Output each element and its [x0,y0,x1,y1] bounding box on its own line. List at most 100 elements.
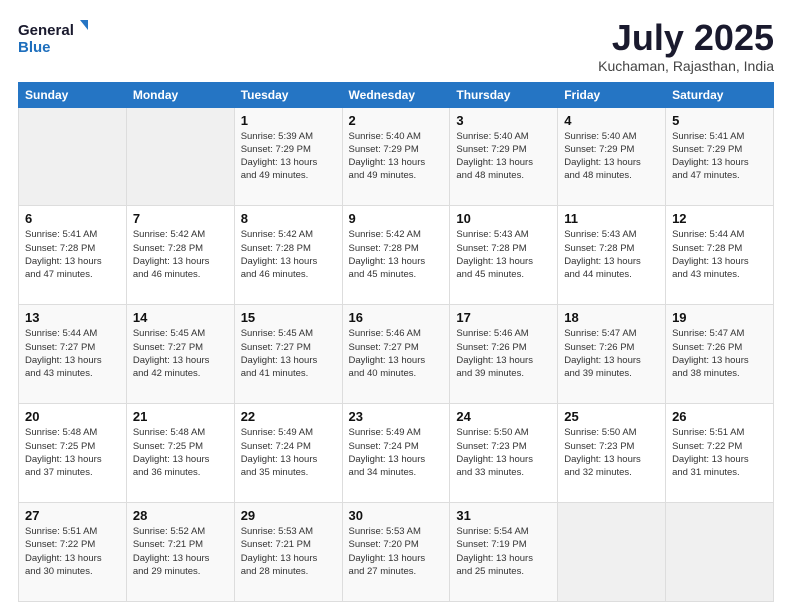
svg-text:General: General [18,22,74,39]
day-info: Sunrise: 5:40 AM Sunset: 7:29 PM Dayligh… [349,130,444,183]
day-info: Sunrise: 5:51 AM Sunset: 7:22 PM Dayligh… [25,525,120,578]
day-number: 12 [672,211,767,226]
calendar-body: 1 Sunrise: 5:39 AM Sunset: 7:29 PM Daylig… [19,107,774,601]
day-info: Sunrise: 5:49 AM Sunset: 7:24 PM Dayligh… [349,426,444,479]
day-number: 7 [133,211,228,226]
calendar-cell: 21 Sunrise: 5:48 AM Sunset: 7:25 PM Dayli… [126,404,234,503]
day-info: Sunrise: 5:49 AM Sunset: 7:24 PM Dayligh… [241,426,336,479]
day-number: 24 [456,409,551,424]
header-wednesday: Wednesday [342,82,450,107]
calendar-cell: 15Sunrise: 5:45 AM Sunset: 7:27 PM Dayli… [234,305,342,404]
day-info: Sunrise: 5:42 AM Sunset: 7:28 PM Dayligh… [349,228,444,281]
day-info: Sunrise: 5:48 AM Sunset: 7:25 PM Dayligh… [133,426,228,479]
day-info: Sunrise: 5:46 AM Sunset: 7:27 PM Dayligh… [349,327,444,380]
calendar-cell [558,503,666,602]
day-number: 11 [564,211,659,226]
calendar-cell: 26 Sunrise: 5:51 AM Sunset: 7:22 PM Dayli… [666,404,774,503]
day-info: Sunrise: 5:43 AM Sunset: 7:28 PM Dayligh… [456,228,551,281]
day-number: 2 [349,113,444,128]
calendar-cell: 14Sunrise: 5:45 AM Sunset: 7:27 PM Dayli… [126,305,234,404]
calendar-cell: 23 Sunrise: 5:49 AM Sunset: 7:24 PM Dayli… [342,404,450,503]
day-number: 4 [564,113,659,128]
calendar-header-row: SundayMondayTuesdayWednesdayThursdayFrid… [19,82,774,107]
day-number: 16 [349,310,444,325]
week-row-2: 6Sunrise: 5:41 AM Sunset: 7:28 PM Daylig… [19,206,774,305]
day-info: Sunrise: 5:54 AM Sunset: 7:19 PM Dayligh… [456,525,551,578]
header-saturday: Saturday [666,82,774,107]
day-number: 18 [564,310,659,325]
calendar-cell: 27 Sunrise: 5:51 AM Sunset: 7:22 PM Dayli… [19,503,127,602]
title-section: July 2025 Kuchaman, Rajasthan, India [598,18,774,74]
day-number: 14 [133,310,228,325]
calendar-cell: 30 Sunrise: 5:53 AM Sunset: 7:20 PM Dayli… [342,503,450,602]
day-number: 9 [349,211,444,226]
header-friday: Friday [558,82,666,107]
calendar-cell: 1 Sunrise: 5:39 AM Sunset: 7:29 PM Daylig… [234,107,342,206]
day-number: 31 [456,508,551,523]
day-number: 23 [349,409,444,424]
calendar-cell: 25Sunrise: 5:50 AM Sunset: 7:23 PM Dayli… [558,404,666,503]
day-info: Sunrise: 5:51 AM Sunset: 7:22 PM Dayligh… [672,426,767,479]
calendar-cell: 19 Sunrise: 5:47 AM Sunset: 7:26 PM Dayli… [666,305,774,404]
day-number: 15 [241,310,336,325]
day-number: 29 [241,508,336,523]
day-number: 26 [672,409,767,424]
calendar-cell: 2 Sunrise: 5:40 AM Sunset: 7:29 PM Daylig… [342,107,450,206]
calendar-cell: 22Sunrise: 5:49 AM Sunset: 7:24 PM Dayli… [234,404,342,503]
day-info: Sunrise: 5:46 AM Sunset: 7:26 PM Dayligh… [456,327,551,380]
calendar-cell: 8Sunrise: 5:42 AM Sunset: 7:28 PM Daylig… [234,206,342,305]
calendar-cell: 12 Sunrise: 5:44 AM Sunset: 7:28 PM Dayli… [666,206,774,305]
logo-svg: General Blue [18,18,88,56]
header-thursday: Thursday [450,82,558,107]
day-info: Sunrise: 5:39 AM Sunset: 7:29 PM Dayligh… [241,130,336,183]
calendar-cell: 9 Sunrise: 5:42 AM Sunset: 7:28 PM Daylig… [342,206,450,305]
calendar-cell: 31 Sunrise: 5:54 AM Sunset: 7:19 PM Dayli… [450,503,558,602]
logo: General Blue [18,18,88,56]
day-number: 1 [241,113,336,128]
calendar-cell: 6Sunrise: 5:41 AM Sunset: 7:28 PM Daylig… [19,206,127,305]
day-number: 30 [349,508,444,523]
calendar-cell [666,503,774,602]
day-info: Sunrise: 5:47 AM Sunset: 7:26 PM Dayligh… [672,327,767,380]
header-sunday: Sunday [19,82,127,107]
day-info: Sunrise: 5:52 AM Sunset: 7:21 PM Dayligh… [133,525,228,578]
week-row-3: 13 Sunrise: 5:44 AM Sunset: 7:27 PM Dayli… [19,305,774,404]
day-info: Sunrise: 5:50 AM Sunset: 7:23 PM Dayligh… [456,426,551,479]
calendar-cell: 3 Sunrise: 5:40 AM Sunset: 7:29 PM Daylig… [450,107,558,206]
calendar-cell: 10Sunrise: 5:43 AM Sunset: 7:28 PM Dayli… [450,206,558,305]
calendar-cell: 7 Sunrise: 5:42 AM Sunset: 7:28 PM Daylig… [126,206,234,305]
calendar-page: General Blue July 2025 Kuchaman, Rajasth… [0,0,792,612]
day-number: 5 [672,113,767,128]
month-title: July 2025 [598,18,774,58]
day-info: Sunrise: 5:41 AM Sunset: 7:28 PM Dayligh… [25,228,120,281]
calendar-cell: 16 Sunrise: 5:46 AM Sunset: 7:27 PM Dayli… [342,305,450,404]
header-tuesday: Tuesday [234,82,342,107]
day-number: 21 [133,409,228,424]
day-info: Sunrise: 5:44 AM Sunset: 7:28 PM Dayligh… [672,228,767,281]
day-number: 20 [25,409,120,424]
day-number: 13 [25,310,120,325]
day-info: Sunrise: 5:53 AM Sunset: 7:20 PM Dayligh… [349,525,444,578]
calendar-cell: 29 Sunrise: 5:53 AM Sunset: 7:21 PM Dayli… [234,503,342,602]
day-info: Sunrise: 5:47 AM Sunset: 7:26 PM Dayligh… [564,327,659,380]
day-number: 28 [133,508,228,523]
day-info: Sunrise: 5:41 AM Sunset: 7:29 PM Dayligh… [672,130,767,183]
day-info: Sunrise: 5:44 AM Sunset: 7:27 PM Dayligh… [25,327,120,380]
day-info: Sunrise: 5:48 AM Sunset: 7:25 PM Dayligh… [25,426,120,479]
day-number: 3 [456,113,551,128]
day-number: 25 [564,409,659,424]
calendar-cell: 13 Sunrise: 5:44 AM Sunset: 7:27 PM Dayli… [19,305,127,404]
day-info: Sunrise: 5:42 AM Sunset: 7:28 PM Dayligh… [241,228,336,281]
day-number: 27 [25,508,120,523]
day-number: 17 [456,310,551,325]
week-row-5: 27 Sunrise: 5:51 AM Sunset: 7:22 PM Dayli… [19,503,774,602]
header-monday: Monday [126,82,234,107]
calendar-cell: 5 Sunrise: 5:41 AM Sunset: 7:29 PM Daylig… [666,107,774,206]
day-info: Sunrise: 5:40 AM Sunset: 7:29 PM Dayligh… [456,130,551,183]
day-info: Sunrise: 5:53 AM Sunset: 7:21 PM Dayligh… [241,525,336,578]
day-number: 19 [672,310,767,325]
day-info: Sunrise: 5:42 AM Sunset: 7:28 PM Dayligh… [133,228,228,281]
top-section: General Blue July 2025 Kuchaman, Rajasth… [18,18,774,74]
day-info: Sunrise: 5:43 AM Sunset: 7:28 PM Dayligh… [564,228,659,281]
calendar-cell: 28 Sunrise: 5:52 AM Sunset: 7:21 PM Dayli… [126,503,234,602]
